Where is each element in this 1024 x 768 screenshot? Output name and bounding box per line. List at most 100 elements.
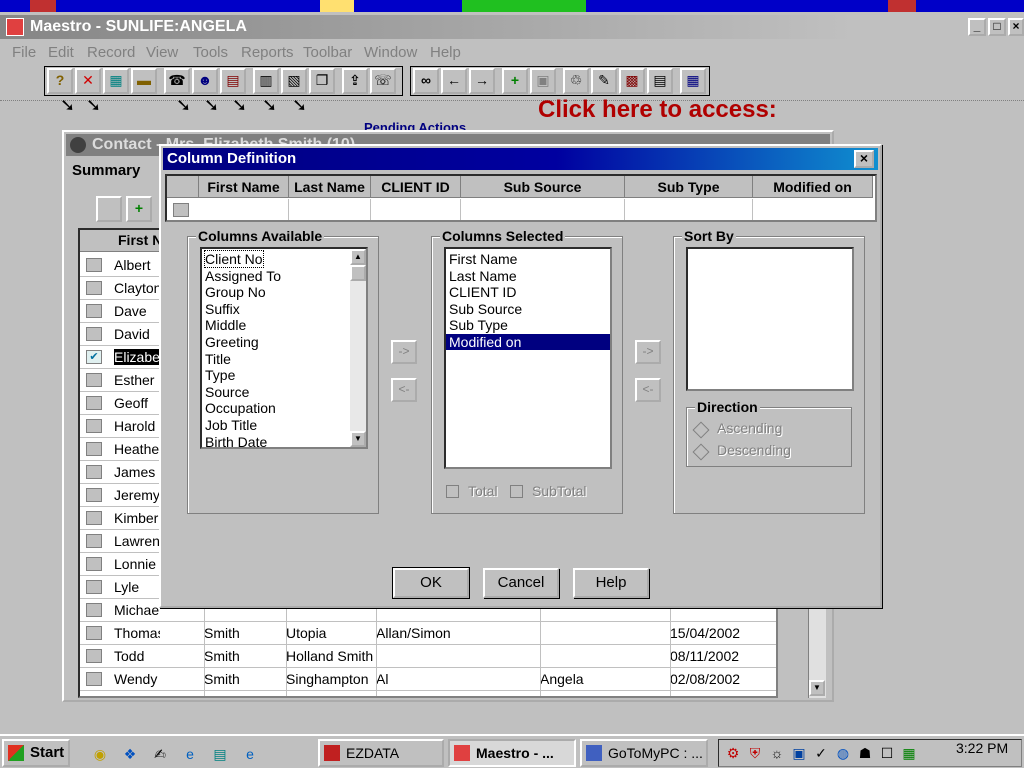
quick-launch-icon[interactable]: ◉ bbox=[90, 744, 110, 764]
task-gotomypc[interactable]: GoToMyPC : ... bbox=[580, 739, 708, 767]
remove-sort-button[interactable]: <- bbox=[635, 378, 661, 402]
phone-icon[interactable]: ☎ bbox=[164, 68, 190, 94]
scroll-up-button[interactable]: ▲ bbox=[350, 249, 366, 265]
total-checkbox[interactable] bbox=[446, 485, 459, 498]
menu-edit[interactable]: Edit bbox=[48, 42, 74, 64]
row-marker[interactable]: ✔ bbox=[86, 350, 102, 364]
record-nav-button[interactable] bbox=[96, 196, 122, 222]
add-icon[interactable]: + bbox=[502, 68, 528, 94]
grid-header-first-name[interactable]: First N bbox=[118, 232, 162, 248]
preview-col-sub-source[interactable]: Sub Source bbox=[461, 176, 625, 198]
start-button[interactable]: Start bbox=[2, 739, 70, 767]
tab-summary[interactable]: Summary bbox=[72, 162, 140, 179]
tray-icon[interactable]: ☐ bbox=[877, 743, 897, 763]
folder-desktop-icon[interactable] bbox=[320, 0, 354, 12]
add-column-button[interactable]: -> bbox=[391, 340, 417, 364]
row-marker[interactable] bbox=[86, 327, 102, 341]
help-icon[interactable]: ? bbox=[47, 68, 73, 94]
calendar-icon[interactable]: ▥ bbox=[253, 68, 279, 94]
green-desktop-item[interactable] bbox=[462, 0, 586, 12]
help-button[interactable]: Help bbox=[573, 568, 649, 598]
row-marker[interactable] bbox=[86, 419, 102, 433]
tray-icon[interactable]: ☼ bbox=[767, 743, 787, 763]
menu-window[interactable]: Window bbox=[364, 42, 417, 64]
columns-selected-list[interactable]: First Name Last Name CLIENT ID Sub Source Su… bbox=[444, 247, 612, 469]
tray-icon[interactable]: ⛨ bbox=[745, 743, 765, 763]
report-icon[interactable]: ▤ bbox=[647, 68, 673, 94]
columns-icon[interactable]: ▩ bbox=[619, 68, 645, 94]
add-contact-button[interactable]: + bbox=[126, 196, 152, 222]
selected-column-item[interactable]: First Name bbox=[449, 251, 517, 267]
back-arrow-icon[interactable]: ← bbox=[441, 68, 467, 94]
tray-icon[interactable]: ▦ bbox=[899, 743, 919, 763]
row-marker[interactable] bbox=[86, 396, 102, 410]
export-icon[interactable]: ⇪ bbox=[342, 68, 368, 94]
copy-icon[interactable]: ❐ bbox=[309, 68, 335, 94]
row-marker[interactable] bbox=[86, 304, 102, 318]
main-title-bar[interactable]: Maestro - SUNLIFE:ANGELA bbox=[0, 15, 855, 39]
row-marker[interactable] bbox=[86, 603, 102, 617]
row-marker[interactable] bbox=[86, 580, 102, 594]
tray-icon[interactable]: ▣ bbox=[789, 743, 809, 763]
available-column-item[interactable]: Title bbox=[205, 351, 231, 367]
row-marker[interactable] bbox=[86, 672, 102, 686]
add-sort-button[interactable]: -> bbox=[635, 340, 661, 364]
minus-icon[interactable]: ▬ bbox=[131, 68, 157, 94]
available-column-item[interactable]: Middle bbox=[205, 317, 246, 333]
tray-icon[interactable]: ☗ bbox=[855, 743, 875, 763]
scroll-down-button[interactable]: ▼ bbox=[809, 680, 825, 696]
row-marker[interactable] bbox=[86, 511, 102, 525]
menu-view[interactable]: View bbox=[146, 42, 178, 64]
internet-explorer-icon[interactable]: e bbox=[180, 744, 200, 764]
tray-icon[interactable]: ✓ bbox=[811, 743, 831, 763]
menu-reports[interactable]: Reports bbox=[241, 42, 294, 64]
binoculars-icon[interactable]: ∞ bbox=[413, 68, 439, 94]
preview-col-modified-on[interactable]: Modified on bbox=[753, 176, 873, 198]
table-row[interactable]: Thomas Smith Utopia Allan/Simon 15/04/2002 bbox=[80, 622, 776, 645]
row-marker[interactable] bbox=[86, 373, 102, 387]
row-marker[interactable] bbox=[86, 442, 102, 456]
dialog-close-button[interactable]: × bbox=[854, 150, 874, 168]
task-ezdata[interactable]: EZDATA bbox=[318, 739, 444, 767]
selected-column-item[interactable]: Last Name bbox=[449, 268, 517, 284]
available-column-item[interactable]: Job Title bbox=[205, 417, 257, 433]
table-row[interactable]: Wendy Smith Singhampton Al Angela 02/08/2002 bbox=[80, 668, 776, 691]
tray-icon[interactable]: ◍ bbox=[833, 743, 853, 763]
internet-explorer-icon[interactable]: e bbox=[240, 744, 260, 764]
available-column-item[interactable]: Suffix bbox=[205, 301, 240, 317]
dial-icon[interactable]: ☏ bbox=[370, 68, 396, 94]
sort-by-list[interactable] bbox=[686, 247, 854, 391]
available-scrollbar[interactable]: ▲ ▼ bbox=[350, 249, 366, 447]
quick-launch-icon[interactable]: ▤ bbox=[210, 744, 230, 764]
cancel-button[interactable]: Cancel bbox=[483, 568, 559, 598]
dialog-title-bar[interactable]: Column Definition bbox=[163, 148, 878, 170]
menu-tools[interactable]: Tools bbox=[193, 42, 228, 64]
maximize-button[interactable]: □ bbox=[988, 18, 1006, 36]
trash-icon[interactable]: ♲ bbox=[563, 68, 589, 94]
preview-col-client-id[interactable]: CLIENT ID bbox=[371, 176, 461, 198]
row-marker[interactable] bbox=[86, 557, 102, 571]
menu-record[interactable]: Record bbox=[87, 42, 135, 64]
quick-launch-icon[interactable]: ✍ bbox=[150, 744, 170, 764]
row-marker[interactable] bbox=[86, 465, 102, 479]
menu-help[interactable]: Help bbox=[430, 42, 461, 64]
quick-launch-icon[interactable]: ❖ bbox=[120, 744, 140, 764]
grid-icon[interactable]: ▦ bbox=[680, 68, 706, 94]
table-row[interactable]: Todd Smith Holland Smith 08/11/2002 bbox=[80, 645, 776, 668]
preview-col-first-name[interactable]: First Name bbox=[199, 176, 289, 198]
available-column-item[interactable]: Group No bbox=[205, 284, 266, 300]
row-marker[interactable] bbox=[86, 281, 102, 295]
edit-icon[interactable]: ✎ bbox=[591, 68, 617, 94]
row-marker[interactable] bbox=[86, 488, 102, 502]
available-column-item[interactable]: Birth Date bbox=[205, 434, 267, 447]
ok-button[interactable]: OK bbox=[392, 567, 470, 599]
scroll-thumb[interactable] bbox=[350, 265, 366, 281]
calculator-icon[interactable]: ▦ bbox=[103, 68, 129, 94]
descending-radio[interactable] bbox=[692, 443, 710, 461]
row-marker[interactable] bbox=[86, 534, 102, 548]
minimize-button[interactable]: _ bbox=[968, 18, 986, 36]
pdf-desktop-icon-2[interactable] bbox=[888, 0, 916, 12]
pending-actions-hint[interactable]: Click here to access: bbox=[538, 96, 777, 124]
available-column-item[interactable]: Type bbox=[205, 367, 235, 383]
subtotal-checkbox[interactable] bbox=[510, 485, 523, 498]
